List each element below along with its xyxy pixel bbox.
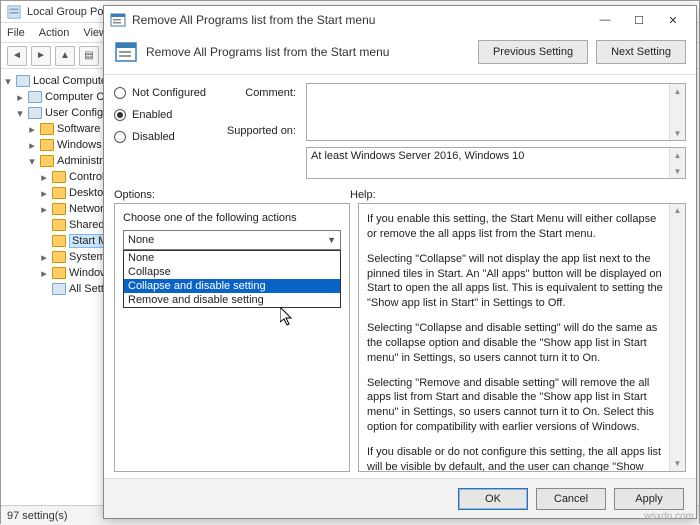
help-p2: Selecting "Collapse" will not display th… xyxy=(367,252,663,311)
menu-action[interactable]: Action xyxy=(39,27,70,39)
help-p3: Selecting "Collapse and disable setting"… xyxy=(367,321,663,366)
action-dropdown[interactable]: None ▼ None Collapse Collapse and disabl… xyxy=(123,230,341,250)
status-text: 97 setting(s) xyxy=(7,510,68,522)
help-header: Help: xyxy=(350,189,686,201)
option-collapse-disable[interactable]: Collapse and disable setting xyxy=(124,279,340,293)
help-pane: If you enable this setting, the Start Me… xyxy=(358,203,686,472)
dialog-title-text: Remove All Programs list from the Start … xyxy=(132,13,588,27)
radio-disabled[interactable]: Disabled xyxy=(114,131,206,143)
dropdown-list: None Collapse Collapse and disable setti… xyxy=(123,250,341,308)
previous-setting-button[interactable]: Previous Setting xyxy=(478,40,588,64)
dialog-title-icon xyxy=(110,12,126,28)
toolbar-up-icon[interactable]: ▲ xyxy=(55,46,75,66)
comment-textbox[interactable]: ▲▼ xyxy=(306,83,686,141)
option-collapse[interactable]: Collapse xyxy=(124,265,340,279)
gp-app-icon xyxy=(7,5,21,19)
supported-on-box: At least Windows Server 2016, Windows 10… xyxy=(306,147,686,179)
toolbar-back-icon[interactable]: ◄ xyxy=(7,46,27,66)
radio-not-configured[interactable]: Not Configured xyxy=(114,87,206,99)
dialog-titlebar[interactable]: Remove All Programs list from the Start … xyxy=(104,6,696,34)
dialog-heading: Remove All Programs list from the Start … xyxy=(146,45,470,59)
next-setting-button[interactable]: Next Setting xyxy=(596,40,686,64)
option-remove-disable[interactable]: Remove and disable setting xyxy=(124,293,340,307)
option-none[interactable]: None xyxy=(124,251,340,265)
apply-button[interactable]: Apply xyxy=(614,488,684,510)
options-header: Options: xyxy=(114,189,350,201)
supported-on-text: At least Windows Server 2016, Windows 10 xyxy=(311,150,524,162)
ok-button[interactable]: OK xyxy=(458,488,528,510)
policy-icon xyxy=(114,40,138,64)
toolbar-props-icon[interactable]: ▤ xyxy=(79,46,99,66)
radio-enabled[interactable]: Enabled xyxy=(114,109,206,121)
maximize-button[interactable]: ☐ xyxy=(622,9,656,31)
comment-scrollbar[interactable]: ▲▼ xyxy=(669,84,685,140)
choose-action-label: Choose one of the following actions xyxy=(123,212,341,224)
help-p4: Selecting "Remove and disable setting" w… xyxy=(367,376,663,435)
policy-dialog: Remove All Programs list from the Start … xyxy=(103,5,697,519)
comment-label: Comment: xyxy=(216,87,296,99)
options-pane: Choose one of the following actions None… xyxy=(114,203,350,472)
cancel-button[interactable]: Cancel xyxy=(536,488,606,510)
help-p5: If you disable or do not configure this … xyxy=(367,445,663,472)
menu-file[interactable]: File xyxy=(7,27,25,39)
help-scrollbar[interactable]: ▲▼ xyxy=(669,204,685,471)
help-p1: If you enable this setting, the Start Me… xyxy=(367,212,663,242)
dialog-header: Remove All Programs list from the Start … xyxy=(104,34,696,75)
minimize-button[interactable]: — xyxy=(588,9,622,31)
toolbar-fwd-icon[interactable]: ► xyxy=(31,46,51,66)
close-button[interactable]: ✕ xyxy=(656,9,690,31)
dropdown-selected-value: None xyxy=(128,234,154,246)
supported-scrollbar[interactable]: ▲▼ xyxy=(669,148,685,178)
supported-label: Supported on: xyxy=(216,125,296,137)
chevron-down-icon: ▼ xyxy=(327,235,336,245)
dialog-button-bar: OK Cancel Apply xyxy=(104,478,696,518)
